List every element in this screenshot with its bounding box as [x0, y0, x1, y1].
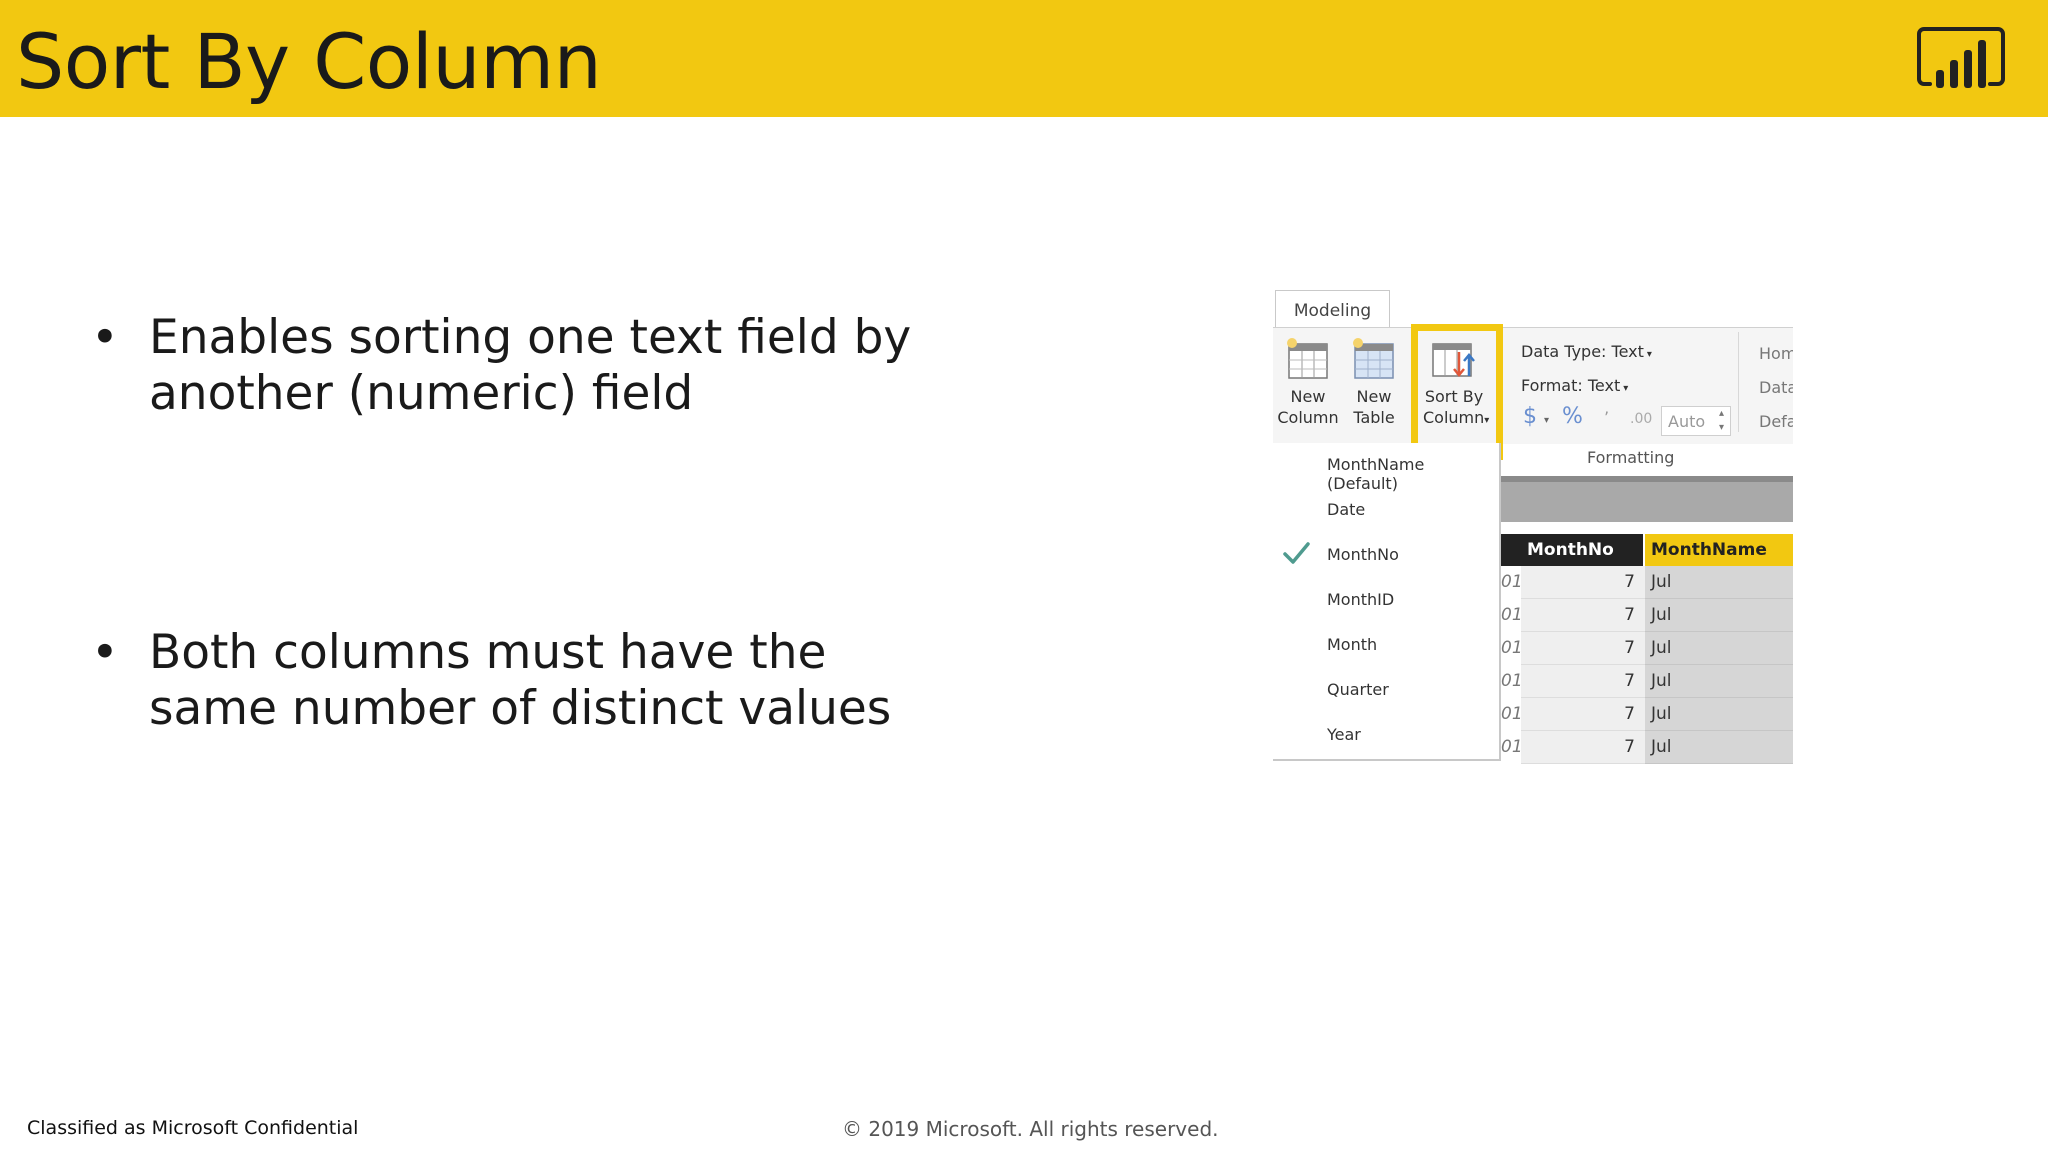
cell-monthno: 7: [1521, 566, 1645, 599]
sort-by-column-menu: MonthName (Default) Date MonthNo MonthID…: [1273, 443, 1501, 761]
decimal-places-input[interactable]: Auto ▴ ▾: [1661, 406, 1731, 436]
menu-item-monthno[interactable]: MonthNo: [1327, 545, 1399, 564]
cell-prefix: 011: [1501, 605, 1534, 625]
slide-header: Sort By Column: [0, 0, 2048, 117]
cell-monthname: Jul: [1645, 665, 1793, 698]
cell-monthname: Jul: [1645, 599, 1793, 632]
comma-button[interactable]: ’: [1604, 408, 1609, 427]
power-bi-logo-icon: [1917, 27, 2005, 88]
table-row: 011 7 Jul: [1501, 566, 1793, 599]
format-dropdown[interactable]: Format: Text ▾: [1521, 376, 1628, 395]
currency-caret-icon[interactable]: ▾: [1544, 415, 1549, 426]
classification-label: Classified as Microsoft Confidential: [27, 1117, 359, 1139]
cell-prefix: 011: [1501, 572, 1534, 592]
table-row: 011 7 Jul: [1501, 731, 1793, 764]
new-column-label-1: New: [1290, 387, 1326, 406]
cell-monthno: 7: [1521, 632, 1645, 665]
dropdown-caret-icon: ▾: [1646, 349, 1652, 360]
slide-title: Sort By Column: [16, 17, 602, 106]
cell-prefix: 011: [1501, 704, 1534, 724]
table-row: 011 7 Jul: [1501, 632, 1793, 665]
new-column-button[interactable]: New Column: [1277, 336, 1339, 428]
cell-prefix: 011: [1501, 671, 1534, 691]
cell-monthname: Jul: [1645, 632, 1793, 665]
modeling-ribbon: New Column New Table Sort By Column▾ Dat…: [1273, 327, 1793, 467]
copyright-notice: © 2019 Microsoft. All rights reserved.: [842, 1117, 1219, 1141]
new-table-label-2: Table: [1353, 408, 1395, 427]
cell-monthno: 7: [1521, 731, 1645, 764]
formatting-group-label: Formatting: [1587, 448, 1675, 467]
currency-button[interactable]: $: [1523, 404, 1537, 429]
bullet-dot: •: [91, 310, 119, 365]
table-row: 011 7 Jul: [1501, 599, 1793, 632]
tab-modeling[interactable]: Modeling: [1275, 290, 1390, 329]
decimals-button[interactable]: .00: [1630, 411, 1652, 427]
menu-item-year[interactable]: Year: [1327, 725, 1361, 744]
dropdown-caret-icon: ▾: [1623, 383, 1629, 394]
number-format-row: $ ▾ % ’ .00: [1523, 404, 1652, 429]
menu-item-monthid[interactable]: MonthID: [1327, 590, 1394, 609]
header-monthno[interactable]: MonthNo: [1521, 534, 1643, 566]
data-type-dropdown[interactable]: Data Type: Text ▾: [1521, 342, 1652, 361]
bullet-text: Both columns must have the same number o…: [149, 625, 892, 736]
cell-monthname: Jul: [1645, 698, 1793, 731]
menu-item-monthname-default[interactable]: MonthName (Default): [1327, 455, 1499, 493]
data-category-label: Data: [1759, 378, 1793, 397]
cell-monthno: 7: [1521, 698, 1645, 731]
ribbon-separator: [1738, 332, 1739, 432]
menu-item-quarter[interactable]: Quarter: [1327, 680, 1389, 699]
menu-item-date[interactable]: Date: [1327, 500, 1365, 519]
percent-button[interactable]: %: [1562, 404, 1583, 429]
spinner-icon[interactable]: ▴ ▾: [1719, 407, 1724, 435]
ribbon-screenshot: Modeling New Column New Table Sort By Co…: [1273, 290, 1793, 765]
bullet-dot: •: [91, 625, 119, 680]
home-table-label: Hom: [1759, 344, 1793, 363]
new-column-icon: [1287, 338, 1328, 379]
header-monthname[interactable]: MonthName: [1645, 534, 1793, 566]
new-table-label-1: New: [1356, 387, 1392, 406]
cell-monthno: 7: [1521, 599, 1645, 632]
table-row: 011 7 Jul: [1501, 665, 1793, 698]
cell-prefix: 011: [1501, 737, 1534, 757]
highlight-frame: [1411, 324, 1503, 460]
default-summarization-label: Defa: [1759, 412, 1793, 431]
header-cell: [1501, 534, 1521, 566]
new-table-icon: [1353, 338, 1394, 379]
check-icon: [1283, 542, 1310, 564]
new-column-label-2: Column: [1277, 408, 1339, 427]
cell-prefix: 011: [1501, 638, 1534, 658]
cell-monthname: Jul: [1645, 731, 1793, 764]
cell-monthno: 7: [1521, 665, 1645, 698]
cell-monthname: Jul: [1645, 566, 1793, 599]
menu-item-month[interactable]: Month: [1327, 635, 1377, 654]
table-row: 011 7 Jul: [1501, 698, 1793, 731]
new-table-button[interactable]: New Table: [1343, 336, 1405, 428]
grid-toolbar: [1501, 476, 1793, 522]
bullet-text: Enables sorting one text field by anothe…: [149, 310, 912, 421]
